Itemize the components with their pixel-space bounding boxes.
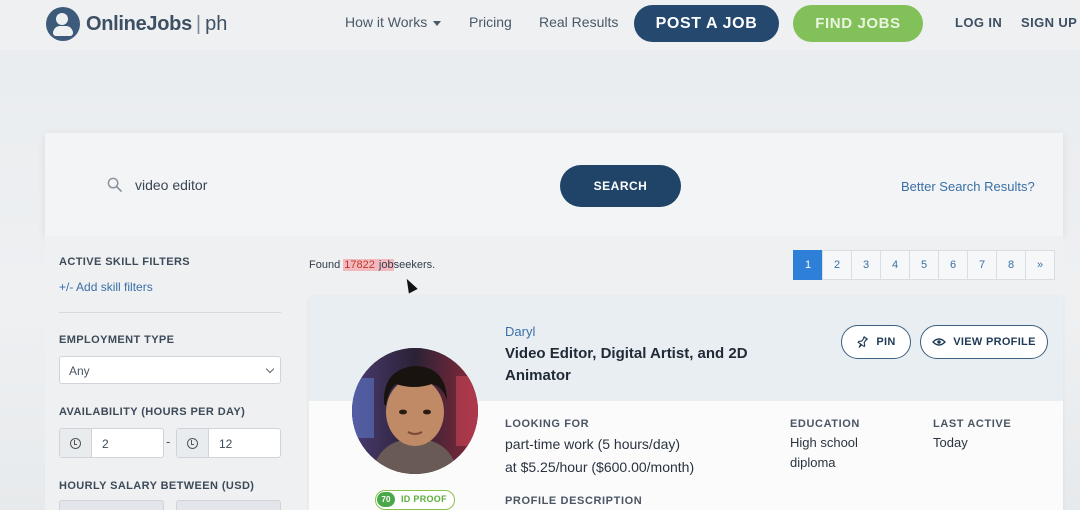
id-proof-label: ID PROOF [401,494,447,504]
top-navbar: OnlineJobs | ph How it Works Pricing Rea… [0,0,1080,50]
caret-down-icon [433,20,442,26]
id-proof-badge: 70 ID PROOF [375,490,455,510]
search-input[interactable] [135,173,535,197]
last-active-label: LAST ACTIVE [933,418,1012,430]
hours-min-addon [60,429,92,457]
avatar[interactable] [352,348,478,474]
nav-how-it-works-label: How it Works [345,14,428,30]
hours-max-field[interactable]: 12 [176,428,281,458]
pin-icon [856,335,869,349]
salary-min-field[interactable] [59,500,164,510]
hours-min-field[interactable]: 2 [59,428,164,458]
chevron-down-icon [265,364,275,374]
page-4-button[interactable]: 4 [880,250,910,280]
pin-label: PIN [876,336,896,348]
eye-icon [932,337,947,347]
search-panel: SEARCH Better Search Results? [45,133,1063,236]
looking-for-line1: part-time work (5 hours/day) [505,436,681,452]
better-search-results-link[interactable]: Better Search Results? [901,179,1035,194]
found-prefix: Found [309,259,344,271]
login-link[interactable]: LOG IN [955,15,1002,30]
page-3-button[interactable]: 3 [851,250,881,280]
active-skill-filters-heading: ACTIVE SKILL FILTERS [59,256,191,268]
profile-description-label: PROFILE DESCRIPTION [505,495,643,507]
hourly-salary-heading: HOURLY SALARY BETWEEN (USD) [59,480,255,492]
employment-type-value: Any [69,364,90,378]
salary-max-field[interactable] [176,500,281,510]
nav-real-results[interactable]: Real Results [539,14,618,30]
page-6-button[interactable]: 6 [938,250,968,280]
sidebar-divider [59,312,281,313]
found-word-rest: seekers. [393,259,436,271]
logo-icon [46,7,80,41]
candidate-card: 70 ID PROOF Daryl Video Editor, Digital … [309,296,1063,510]
nav-how-it-works[interactable]: How it Works [345,14,442,30]
search-button[interactable]: SEARCH [560,165,681,207]
logo-separator: | [195,12,202,35]
results-panel: Found 17822 jobseekers. 1 2 3 4 5 6 7 8 … [295,236,1063,510]
hours-max-value: 12 [219,437,233,451]
last-active-value: Today [933,435,968,450]
mouse-cursor-icon [402,276,418,294]
pagination: 1 2 3 4 5 6 7 8 » [793,250,1055,280]
page-8-button[interactable]: 8 [996,250,1026,280]
find-jobs-button[interactable]: FIND JOBS [793,5,923,42]
view-profile-button[interactable]: VIEW PROFILE [920,325,1048,359]
clock-icon [70,437,81,449]
candidate-name[interactable]: Daryl [505,324,535,339]
clock-icon [187,437,198,449]
results-count-text: Found 17822 jobseekers. [309,259,435,271]
signup-link[interactable]: SIGN UP [1021,15,1077,30]
employment-type-select[interactable]: Any [59,356,281,384]
logo-text: OnlineJobs [86,12,192,35]
site-logo[interactable]: OnlineJobs | ph [46,6,227,42]
range-dash: - [166,434,171,449]
logo-suffix: ph [205,12,228,35]
add-skill-filters-link[interactable]: +/- Add skill filters [59,280,153,294]
education-label: EDUCATION [790,418,860,430]
availability-heading: AVAILABILITY (HOURS PER DAY) [59,406,246,418]
filter-sidebar: ACTIVE SKILL FILTERS +/- Add skill filte… [45,236,295,510]
education-line1: High school [790,435,858,450]
employment-type-heading: EMPLOYMENT TYPE [59,334,175,346]
looking-for-line2: at $5.25/hour ($600.00/month) [505,459,695,475]
page-7-button[interactable]: 7 [967,250,997,280]
candidate-title: Video Editor, Digital Artist, and 2D Ani… [505,345,748,384]
page-5-button[interactable]: 5 [909,250,939,280]
found-word-highlighted: job [378,259,394,271]
view-profile-label: VIEW PROFILE [953,336,1036,348]
nav-pricing[interactable]: Pricing [469,14,512,30]
hours-min-value: 2 [102,437,109,451]
hours-max-addon [177,429,209,457]
avatar-photo [352,348,478,474]
id-score: 70 [377,492,395,507]
pin-button[interactable]: PIN [841,325,911,359]
search-icon [107,177,122,192]
next-page-button[interactable]: » [1025,250,1055,280]
found-count: 17822 [343,259,376,271]
education-line2: diploma [790,455,836,470]
page-1-button[interactable]: 1 [793,250,823,280]
page-2-button[interactable]: 2 [822,250,852,280]
looking-for-label: LOOKING FOR [505,418,590,430]
post-job-button[interactable]: POST A JOB [634,5,779,42]
